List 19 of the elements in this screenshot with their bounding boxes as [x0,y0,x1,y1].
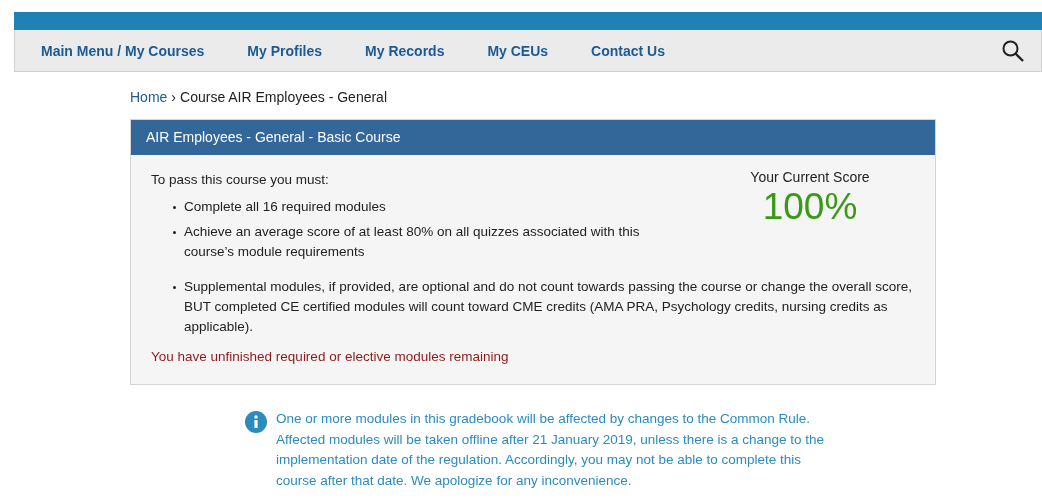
notice-message: One or more modules in this gradebook will be affected by changes to the Common Rule. Affected modules will be taken offline after 21 January 2019, unless there is a change to the implementation date of the regulation. Accordingly, you may not be able to complete this course after that date. We apologize for any inconvenience. [276,410,826,490]
requirement-item: Complete all 16 required modules [171,197,651,217]
nav-link[interactable]: My Records [365,42,445,59]
nav-link[interactable]: Contact Us [591,42,665,59]
nav-link[interactable]: My CEUs [487,42,549,59]
breadcrumb-current: Course AIR Employees - General [180,89,387,105]
requirement-item: Achieve an average score of at least 80% on all quizzes associated with this course’s module requirements [171,222,651,262]
requirement-item: Supplemental modules, if provided, are optional and do not count towards passing the course or change the overall score, BUT completed CE certified modules will count toward CME credits (AMA PRA, Psychology credits, nursing credits as applicable). [171,277,915,337]
breadcrumb-separator: › [171,89,177,105]
search-icon[interactable] [1001,38,1025,63]
requirements-intro: To pass this course you must: [151,172,330,187]
score-value: 100% [761,186,859,228]
breadcrumb-link[interactable]: Home [130,89,168,105]
course-title: AIR Employees - General - Basic Course [131,120,935,155]
score-label: Your Current Score [749,169,871,185]
nav-link[interactable]: Main Menu / My Courses [41,42,205,59]
nav-link[interactable]: My Profiles [247,42,323,59]
info-icon [245,411,267,433]
warning-message: You have unfinished required or elective modules remaining [151,349,510,364]
